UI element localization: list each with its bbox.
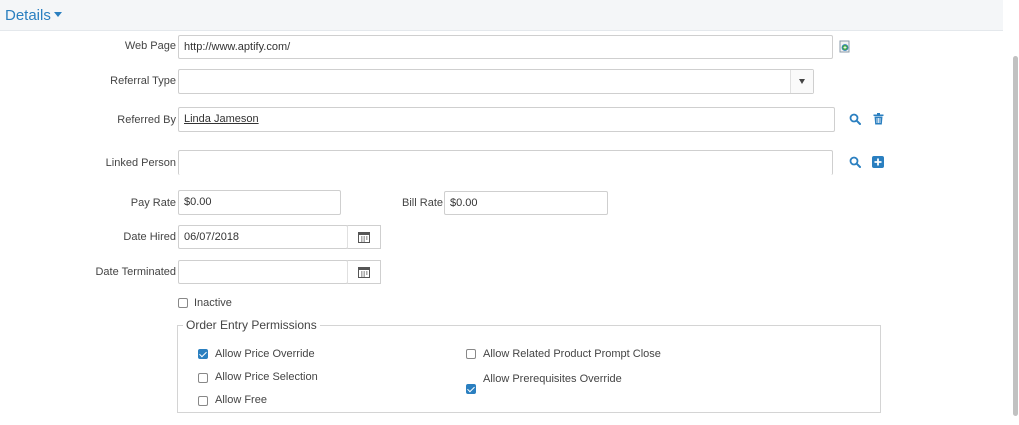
bill-rate-label: Bill Rate bbox=[402, 197, 443, 209]
allow-free-label: Allow Free bbox=[215, 394, 267, 406]
bill-rate-input[interactable]: $0.00 bbox=[444, 191, 608, 215]
referred-by-input[interactable]: Linda Jameson bbox=[178, 107, 835, 132]
referral-type-label: Referral Type bbox=[110, 75, 176, 87]
pay-rate-value: $0.00 bbox=[184, 196, 212, 208]
referred-by-label: Referred By bbox=[117, 114, 176, 126]
order-entry-permissions-group bbox=[177, 325, 881, 413]
search-icon[interactable] bbox=[848, 155, 862, 169]
allow-related-product-prompt-close-checkbox[interactable] bbox=[466, 349, 476, 359]
bill-rate-value: $0.00 bbox=[450, 197, 478, 209]
details-toggle[interactable]: Details bbox=[5, 7, 62, 24]
web-page-value: http://www.aptify.com/ bbox=[184, 41, 291, 53]
web-page-input[interactable]: http://www.aptify.com/ bbox=[178, 35, 833, 59]
pay-rate-input[interactable]: $0.00 bbox=[178, 190, 341, 215]
vertical-scrollbar[interactable] bbox=[1013, 56, 1018, 416]
date-hired-label: Date Hired bbox=[123, 231, 176, 243]
allow-price-override-checkbox[interactable] bbox=[198, 349, 208, 359]
details-section-header bbox=[0, 0, 1003, 31]
caret-down-icon bbox=[53, 11, 62, 17]
web-page-label: Web Page bbox=[124, 40, 176, 52]
referral-type-select[interactable] bbox=[178, 69, 814, 94]
allow-price-selection-checkbox[interactable] bbox=[198, 373, 208, 383]
dropdown-arrow-icon[interactable] bbox=[790, 70, 813, 93]
date-terminated-label: Date Terminated bbox=[95, 266, 176, 278]
add-icon[interactable] bbox=[871, 155, 885, 169]
linked-person-label: Linked Person bbox=[105, 157, 176, 169]
inactive-checkbox[interactable] bbox=[178, 298, 188, 308]
allow-related-product-prompt-close-label: Allow Related Product Prompt Close bbox=[483, 348, 661, 360]
search-icon[interactable] bbox=[848, 112, 862, 126]
allow-price-override-label: Allow Price Override bbox=[215, 348, 315, 360]
referred-by-link[interactable]: Linda Jameson bbox=[184, 113, 259, 125]
linked-person-input[interactable] bbox=[178, 150, 833, 175]
trash-icon[interactable] bbox=[871, 112, 885, 126]
calendar-icon[interactable] bbox=[347, 260, 381, 284]
calendar-icon[interactable] bbox=[347, 225, 381, 249]
open-web-page-icon[interactable] bbox=[838, 39, 852, 53]
section-title: Details bbox=[5, 7, 51, 24]
allow-price-selection-label: Allow Price Selection bbox=[215, 371, 318, 383]
date-hired-input[interactable]: 06/07/2018 bbox=[178, 225, 348, 249]
date-hired-value: 06/07/2018 bbox=[184, 231, 240, 243]
inactive-label: Inactive bbox=[194, 297, 232, 309]
permissions-legend: Order Entry Permissions bbox=[183, 318, 320, 332]
allow-free-checkbox[interactable] bbox=[198, 396, 208, 406]
allow-prerequisites-override-checkbox[interactable] bbox=[466, 384, 476, 394]
allow-prerequisites-override-label: Allow Prerequisites Override bbox=[483, 373, 622, 385]
referral-type-value bbox=[179, 75, 184, 87]
date-terminated-input[interactable] bbox=[178, 260, 348, 284]
pay-rate-label: Pay Rate bbox=[130, 197, 176, 209]
